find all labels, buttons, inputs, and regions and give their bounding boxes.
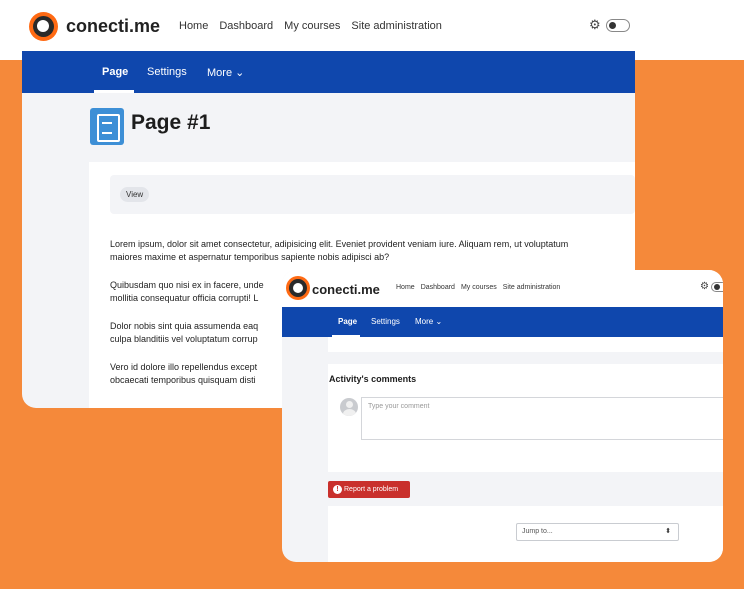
comments-section: Activity's comments xyxy=(328,364,723,472)
top-navbar: conecti.me Home Dashboard My courses Sit… xyxy=(22,0,635,51)
edit-mode-toggle[interactable] xyxy=(606,19,630,32)
site-logo-text[interactable]: conecti.me xyxy=(312,282,380,297)
nav-dashboard[interactable]: Dashboard xyxy=(421,284,455,291)
top-navbar: conecti.me Home Dashboard My courses Sit… xyxy=(282,270,723,307)
tab-page[interactable]: Page xyxy=(338,317,357,326)
nav-my-courses[interactable]: My courses xyxy=(284,20,340,32)
activity-header: View xyxy=(110,175,635,214)
nav-my-courses[interactable]: My courses xyxy=(461,284,497,291)
nav-home[interactable]: Home xyxy=(396,284,415,291)
nav-dashboard[interactable]: Dashboard xyxy=(219,20,273,32)
user-avatar-icon xyxy=(340,398,358,416)
nav-home[interactable]: Home xyxy=(179,20,208,32)
paragraph-line: maiores maxime et aspernatur temporibus … xyxy=(110,252,390,262)
nav-site-administration[interactable]: Site administration xyxy=(503,284,561,291)
report-problem-label: Report a problem xyxy=(344,486,399,493)
alert-icon: ! xyxy=(333,485,342,494)
primary-nav: Home Dashboard My courses Site administr… xyxy=(396,284,560,291)
report-problem-button[interactable]: ! Report a problem xyxy=(328,481,410,498)
jump-to-select[interactable]: Jump to... ⬍ xyxy=(516,523,679,541)
secondary-nav: Page Settings More ⌄ xyxy=(22,51,635,93)
nav-site-administration[interactable]: Site administration xyxy=(351,20,442,32)
comment-input[interactable] xyxy=(361,397,723,440)
site-logo-text[interactable]: conecti.me xyxy=(66,16,160,37)
comments-title: Activity's comments xyxy=(329,374,417,384)
tab-settings[interactable]: Settings xyxy=(147,66,187,78)
site-logo-icon[interactable] xyxy=(29,12,58,41)
primary-nav: Home Dashboard My courses Site administr… xyxy=(179,20,442,32)
paragraph-line: Lorem ipsum, dolor sit amet consectetur,… xyxy=(110,239,569,249)
site-logo-icon[interactable] xyxy=(286,276,310,300)
tab-settings[interactable]: Settings xyxy=(371,317,400,326)
page-document-icon xyxy=(90,108,124,145)
page-title: Page #1 xyxy=(131,111,211,134)
tab-more[interactable]: More ⌄ xyxy=(415,317,442,326)
view-badge: View xyxy=(120,187,150,202)
active-tab-indicator xyxy=(94,90,134,93)
comments-window: conecti.me Home Dashboard My courses Sit… xyxy=(282,270,723,562)
tab-page[interactable]: Page xyxy=(102,66,128,78)
tab-more[interactable]: More ⌄ xyxy=(207,66,244,79)
gear-icon[interactable]: ⚙ xyxy=(589,17,601,33)
select-arrow-icon: ⬍ xyxy=(665,528,671,535)
content-strip xyxy=(328,337,723,352)
edit-mode-toggle[interactable] xyxy=(711,282,723,292)
gear-icon[interactable]: ⚙ xyxy=(700,281,709,292)
jump-to-value: Jump to... xyxy=(522,528,553,535)
secondary-nav: Page Settings More ⌄ xyxy=(282,307,723,337)
jump-section: Jump to... ⬍ xyxy=(328,506,723,562)
